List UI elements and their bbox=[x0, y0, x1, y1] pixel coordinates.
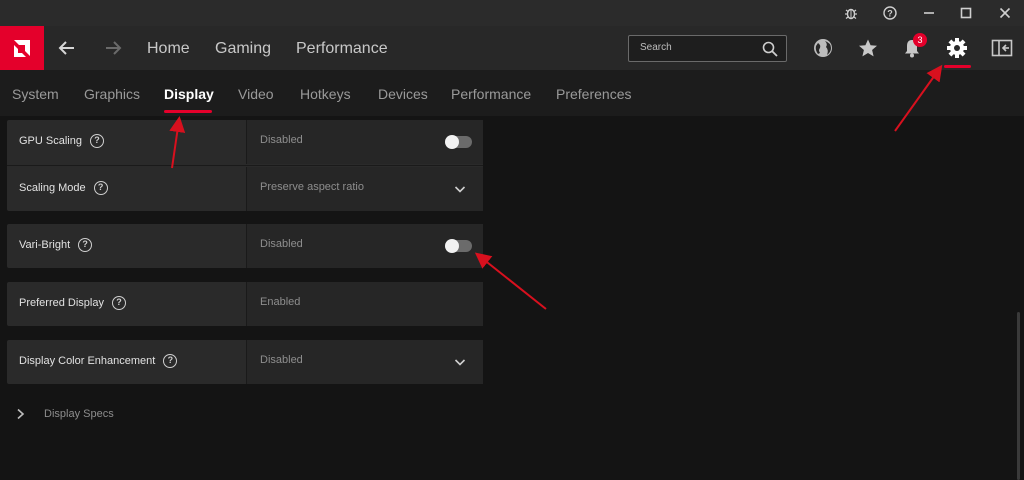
help-icon[interactable]: ? bbox=[163, 354, 178, 368]
chevron-right-icon bbox=[16, 408, 26, 420]
scrollbar[interactable] bbox=[1017, 312, 1020, 480]
setting-value-cell: Enabled bbox=[246, 282, 483, 326]
setting-label: Vari-Bright? bbox=[19, 238, 93, 252]
nav-gaming[interactable]: Gaming bbox=[215, 38, 271, 60]
gear-icon[interactable] bbox=[945, 36, 969, 60]
notification-badge: 3 bbox=[913, 33, 927, 47]
search-placeholder: Search bbox=[640, 42, 672, 53]
help-icon[interactable]: ? bbox=[93, 181, 108, 195]
vari-bright-toggle[interactable] bbox=[445, 239, 472, 253]
nav-home[interactable]: Home bbox=[147, 38, 190, 60]
search-icon[interactable] bbox=[762, 41, 778, 62]
setting-label: Scaling Mode? bbox=[19, 181, 108, 195]
display-specs-label: Display Specs bbox=[44, 408, 114, 420]
setting-row-scaling-mode: Scaling Mode? Preserve aspect ratio bbox=[7, 167, 483, 211]
search-input[interactable]: Search bbox=[628, 35, 787, 62]
row-divider bbox=[7, 165, 483, 166]
help-icon[interactable]: ? bbox=[89, 134, 104, 148]
tab-performance[interactable]: Performance bbox=[451, 85, 531, 103]
maximize-icon[interactable] bbox=[947, 0, 985, 26]
sidebar-toggle-icon[interactable] bbox=[990, 36, 1014, 60]
setting-row-preferred-display: Preferred Display? Enabled bbox=[7, 282, 483, 326]
setting-label-text: Scaling Mode bbox=[19, 182, 86, 194]
minimize-icon[interactable] bbox=[910, 0, 948, 26]
setting-label: GPU Scaling? bbox=[19, 134, 104, 148]
tab-display[interactable]: Display bbox=[164, 85, 214, 103]
help-icon[interactable]: ? bbox=[111, 296, 126, 310]
close-icon[interactable] bbox=[986, 0, 1024, 26]
tab-graphics[interactable]: Graphics bbox=[84, 85, 140, 103]
setting-label-text: Vari-Bright bbox=[19, 239, 71, 251]
setting-value: Disabled bbox=[260, 354, 303, 366]
setting-value: Enabled bbox=[260, 296, 301, 308]
bug-report-icon[interactable] bbox=[832, 0, 870, 26]
tab-preferences[interactable]: Preferences bbox=[556, 85, 631, 103]
settings-active-indicator bbox=[944, 65, 971, 68]
title-bar: ? bbox=[0, 0, 1024, 26]
amd-logo[interactable] bbox=[0, 26, 44, 70]
tab-hotkeys[interactable]: Hotkeys bbox=[300, 85, 351, 103]
tab-system[interactable]: System bbox=[12, 85, 59, 103]
setting-value: Disabled bbox=[260, 134, 303, 146]
setting-label: Preferred Display? bbox=[19, 296, 126, 310]
tab-video[interactable]: Video bbox=[238, 85, 274, 103]
setting-row-gpu-scaling: GPU Scaling? Disabled bbox=[7, 120, 483, 164]
help-icon[interactable]: ? bbox=[78, 238, 93, 252]
toggle-knob bbox=[445, 239, 459, 253]
scaling-mode-dropdown[interactable]: Preserve aspect ratio bbox=[246, 167, 483, 211]
setting-label: Display Color Enhancement? bbox=[19, 354, 178, 368]
setting-value-cell: Disabled bbox=[246, 224, 483, 268]
globe-icon[interactable] bbox=[811, 36, 835, 60]
setting-value: Preserve aspect ratio bbox=[260, 181, 364, 193]
scaling-card: GPU Scaling? Disabled Scaling Mode? Pres… bbox=[7, 120, 483, 211]
setting-label-text: Display Color Enhancement bbox=[19, 355, 156, 367]
nav-performance[interactable]: Performance bbox=[296, 38, 388, 60]
chevron-down-icon bbox=[454, 182, 466, 200]
setting-value: Disabled bbox=[260, 238, 303, 250]
setting-row-display-color-enhancement: Display Color Enhancement? Disabled bbox=[7, 340, 483, 384]
setting-row-vari-bright: Vari-Bright? Disabled bbox=[7, 224, 483, 268]
setting-value-cell: Disabled bbox=[246, 120, 483, 164]
chevron-down-icon bbox=[454, 355, 466, 373]
color-enhancement-card: Display Color Enhancement? Disabled bbox=[7, 340, 483, 384]
back-arrow-icon[interactable] bbox=[55, 36, 79, 60]
setting-label-text: GPU Scaling bbox=[19, 135, 82, 147]
svg-text:?: ? bbox=[887, 9, 893, 19]
display-specs-expander[interactable]: Display Specs bbox=[16, 408, 114, 420]
tab-devices[interactable]: Devices bbox=[378, 85, 428, 103]
forward-arrow-icon[interactable] bbox=[101, 36, 125, 60]
help-icon[interactable]: ? bbox=[871, 0, 909, 26]
setting-label-text: Preferred Display bbox=[19, 297, 104, 309]
gpu-scaling-toggle[interactable] bbox=[445, 135, 472, 149]
vari-bright-card: Vari-Bright? Disabled bbox=[7, 224, 483, 268]
toggle-knob bbox=[445, 135, 459, 149]
star-icon[interactable] bbox=[856, 36, 880, 60]
color-enhancement-dropdown[interactable]: Disabled bbox=[246, 340, 483, 384]
preferred-display-card: Preferred Display? Enabled bbox=[7, 282, 483, 326]
tab-active-indicator bbox=[164, 110, 212, 113]
